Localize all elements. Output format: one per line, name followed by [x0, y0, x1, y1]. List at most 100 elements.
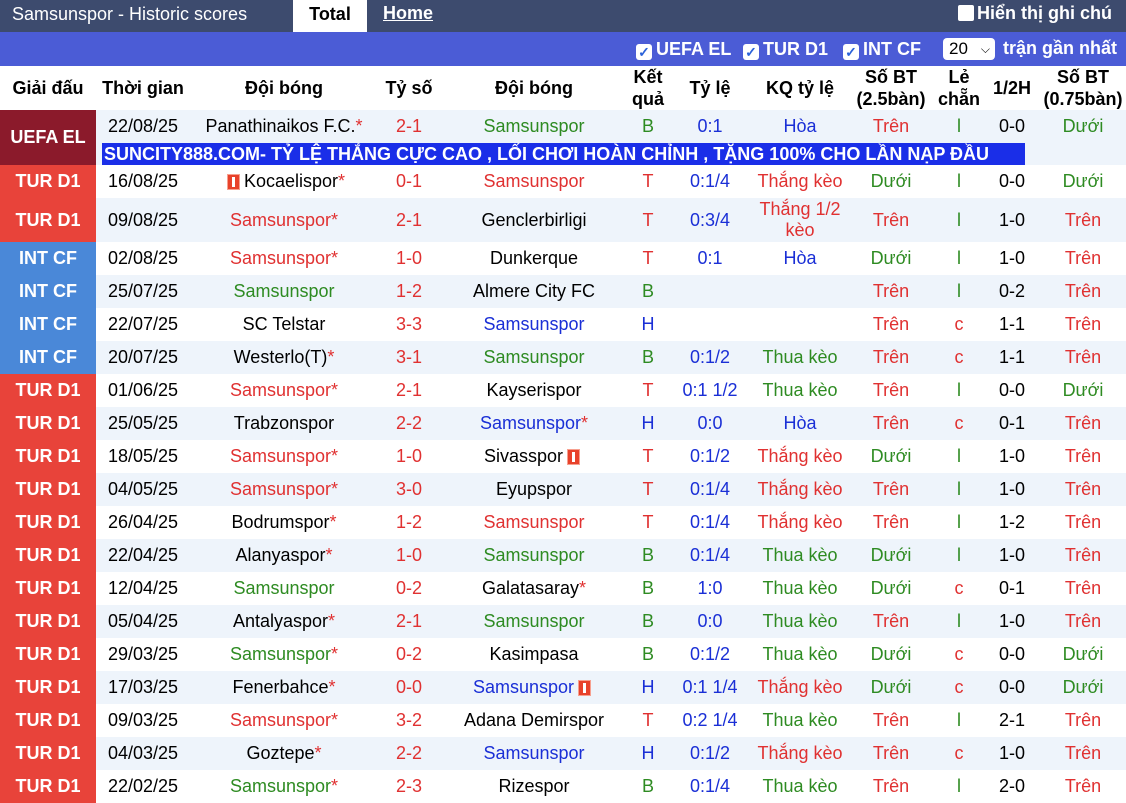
table-row[interactable]: TUR D1 12/04/25 Samsunspor 0-2 Galatasaray * B…: [0, 572, 1126, 605]
away-team[interactable]: Kasimpasa: [440, 638, 628, 671]
table-row[interactable]: TUR D1 18/05/25 Samsunspor * 1-0 Sivasspor T 0:…: [0, 440, 1126, 473]
competition-badge[interactable]: TUR D1: [0, 407, 96, 440]
filter-tur-d1[interactable]: ✓ TUR D1: [743, 39, 828, 60]
away-team[interactable]: Kayserispor: [440, 374, 628, 407]
table-row[interactable]: TUR D1 09/08/25 Samsunspor * 2-1 Genclerbirli…: [0, 198, 1126, 242]
checkbox-icon[interactable]: [958, 5, 974, 21]
match-score[interactable]: 1-2: [378, 275, 440, 308]
match-score[interactable]: 2-1: [378, 198, 440, 242]
competition-badge[interactable]: INT CF: [0, 341, 96, 374]
table-row[interactable]: INT CF 22/07/25 SC Telstar 3-3 Samsunspor H Tr…: [0, 308, 1126, 341]
away-team[interactable]: Adana Demirspor: [440, 704, 628, 737]
home-team[interactable]: Samsunspor *: [190, 704, 378, 737]
tab-home[interactable]: Home: [383, 3, 433, 24]
away-team[interactable]: Genclerbirligi: [440, 198, 628, 242]
away-team[interactable]: Samsunspor *: [440, 407, 628, 440]
match-score[interactable]: 1-2: [378, 506, 440, 539]
table-row[interactable]: TUR D1 22/04/25 Alanyaspor * 1-0 Samsunspor B 0…: [0, 539, 1126, 572]
match-score[interactable]: 3-2: [378, 704, 440, 737]
table-row[interactable]: TUR D1 29/03/25 Samsunspor * 0-2 Kasimpasa B 0:…: [0, 638, 1126, 671]
table-row[interactable]: TUR D1 25/05/25 Trabzonspor 2-2 Samsunspor * H…: [0, 407, 1126, 440]
match-score[interactable]: 0-2: [378, 638, 440, 671]
away-team[interactable]: Samsunspor: [440, 308, 628, 341]
home-team[interactable]: Goztepe *: [190, 737, 378, 770]
match-count-select[interactable]: 20 ⌵: [943, 38, 995, 60]
match-score[interactable]: 2-1: [378, 374, 440, 407]
match-score[interactable]: 0-0: [378, 671, 440, 704]
away-team[interactable]: Almere City FC: [440, 275, 628, 308]
competition-badge[interactable]: TUR D1: [0, 737, 96, 770]
away-team[interactable]: Samsunspor: [440, 506, 628, 539]
match-score[interactable]: 2-2: [378, 737, 440, 770]
competition-badge[interactable]: TUR D1: [0, 165, 96, 198]
competition-badge[interactable]: TUR D1: [0, 770, 96, 803]
home-team[interactable]: Samsunspor *: [190, 242, 378, 275]
home-team[interactable]: Samsunspor *: [190, 638, 378, 671]
home-team[interactable]: SC Telstar: [190, 308, 378, 341]
away-team[interactable]: Galatasaray *: [440, 572, 628, 605]
competition-badge[interactable]: TUR D1: [0, 374, 96, 407]
competition-badge[interactable]: TUR D1: [0, 638, 96, 671]
table-row[interactable]: TUR D1 04/03/25 Goztepe * 2-2 Samsunspor H 0:1/…: [0, 737, 1126, 770]
table-row[interactable]: TUR D1 26/04/25 Bodrumspor * 1-2 Samsunspor T 0…: [0, 506, 1126, 539]
match-score[interactable]: 2-1: [378, 110, 440, 143]
competition-badge[interactable]: INT CF: [0, 275, 96, 308]
away-team[interactable]: Samsunspor: [440, 605, 628, 638]
match-score[interactable]: 3-1: [378, 341, 440, 374]
tab-total[interactable]: Total: [293, 0, 367, 32]
home-team[interactable]: Samsunspor: [190, 572, 378, 605]
away-team[interactable]: Samsunspor: [440, 110, 628, 143]
home-team[interactable]: Kocaelispor *: [190, 165, 378, 198]
competition-badge[interactable]: TUR D1: [0, 506, 96, 539]
home-team[interactable]: Samsunspor *: [190, 473, 378, 506]
home-team[interactable]: Alanyaspor *: [190, 539, 378, 572]
filter-uefa-el[interactable]: ✓ UEFA EL: [636, 39, 731, 60]
away-team[interactable]: Eyupspor: [440, 473, 628, 506]
home-team[interactable]: Samsunspor *: [190, 440, 378, 473]
competition-badge[interactable]: TUR D1: [0, 198, 96, 242]
away-team[interactable]: Rizespor: [440, 770, 628, 803]
home-team[interactable]: Samsunspor *: [190, 374, 378, 407]
competition-badge[interactable]: TUR D1: [0, 440, 96, 473]
match-score[interactable]: 1-0: [378, 242, 440, 275]
home-team[interactable]: Trabzonspor: [190, 407, 378, 440]
table-row[interactable]: INT CF 20/07/25 Westerlo(T) * 3-1 Samsunspor B…: [0, 341, 1126, 374]
table-row[interactable]: TUR D1 09/03/25 Samsunspor * 3-2 Adana Demirs…: [0, 704, 1126, 737]
home-team[interactable]: Samsunspor *: [190, 198, 378, 242]
away-team[interactable]: Samsunspor: [440, 671, 628, 704]
promo-banner[interactable]: SUNCITY888.COM- TỶ LỆ THẮNG CỰC CAO , LỐ…: [102, 143, 1025, 165]
home-team[interactable]: Samsunspor *: [190, 770, 378, 803]
filter-int-cf[interactable]: ✓ INT CF: [843, 39, 921, 60]
competition-badge[interactable]: TUR D1: [0, 704, 96, 737]
away-team[interactable]: Samsunspor: [440, 341, 628, 374]
match-score[interactable]: 2-2: [378, 407, 440, 440]
match-score[interactable]: 1-0: [378, 539, 440, 572]
match-score[interactable]: 3-0: [378, 473, 440, 506]
match-score[interactable]: 2-1: [378, 605, 440, 638]
table-row[interactable]: TUR D1 16/08/25 Kocaelispor * 0-1 Samsunspor T…: [0, 165, 1126, 198]
competition-badge[interactable]: TUR D1: [0, 671, 96, 704]
match-score[interactable]: 0-1: [378, 165, 440, 198]
competition-badge[interactable]: TUR D1: [0, 605, 96, 638]
show-notes-toggle[interactable]: Hiển thị ghi chú: [958, 3, 1112, 24]
check-icon[interactable]: ✓: [843, 44, 859, 60]
home-team[interactable]: Antalyaspor *: [190, 605, 378, 638]
table-row[interactable]: INT CF 25/07/25 Samsunspor 1-2 Almere City F…: [0, 275, 1126, 308]
away-team[interactable]: Samsunspor: [440, 737, 628, 770]
match-score[interactable]: 3-3: [378, 308, 440, 341]
competition-badge[interactable]: TUR D1: [0, 572, 96, 605]
match-score[interactable]: 2-3: [378, 770, 440, 803]
home-team[interactable]: Fenerbahce *: [190, 671, 378, 704]
away-team[interactable]: Samsunspor: [440, 539, 628, 572]
table-row[interactable]: TUR D1 22/02/25 Samsunspor * 2-3 Rizespor B 0:1…: [0, 770, 1126, 803]
home-team[interactable]: Westerlo(T) *: [190, 341, 378, 374]
home-team[interactable]: Samsunspor: [190, 275, 378, 308]
away-team[interactable]: Dunkerque: [440, 242, 628, 275]
match-score[interactable]: 1-0: [378, 440, 440, 473]
home-team[interactable]: Bodrumspor *: [190, 506, 378, 539]
competition-badge[interactable]: TUR D1: [0, 473, 96, 506]
table-row[interactable]: TUR D1 04/05/25 Samsunspor * 3-0 Eyupspor T 0:1…: [0, 473, 1126, 506]
competition-badge[interactable]: TUR D1: [0, 539, 96, 572]
table-row[interactable]: TUR D1 17/03/25 Fenerbahce * 0-0 Samsunspor H 0…: [0, 671, 1126, 704]
check-icon[interactable]: ✓: [636, 44, 652, 60]
